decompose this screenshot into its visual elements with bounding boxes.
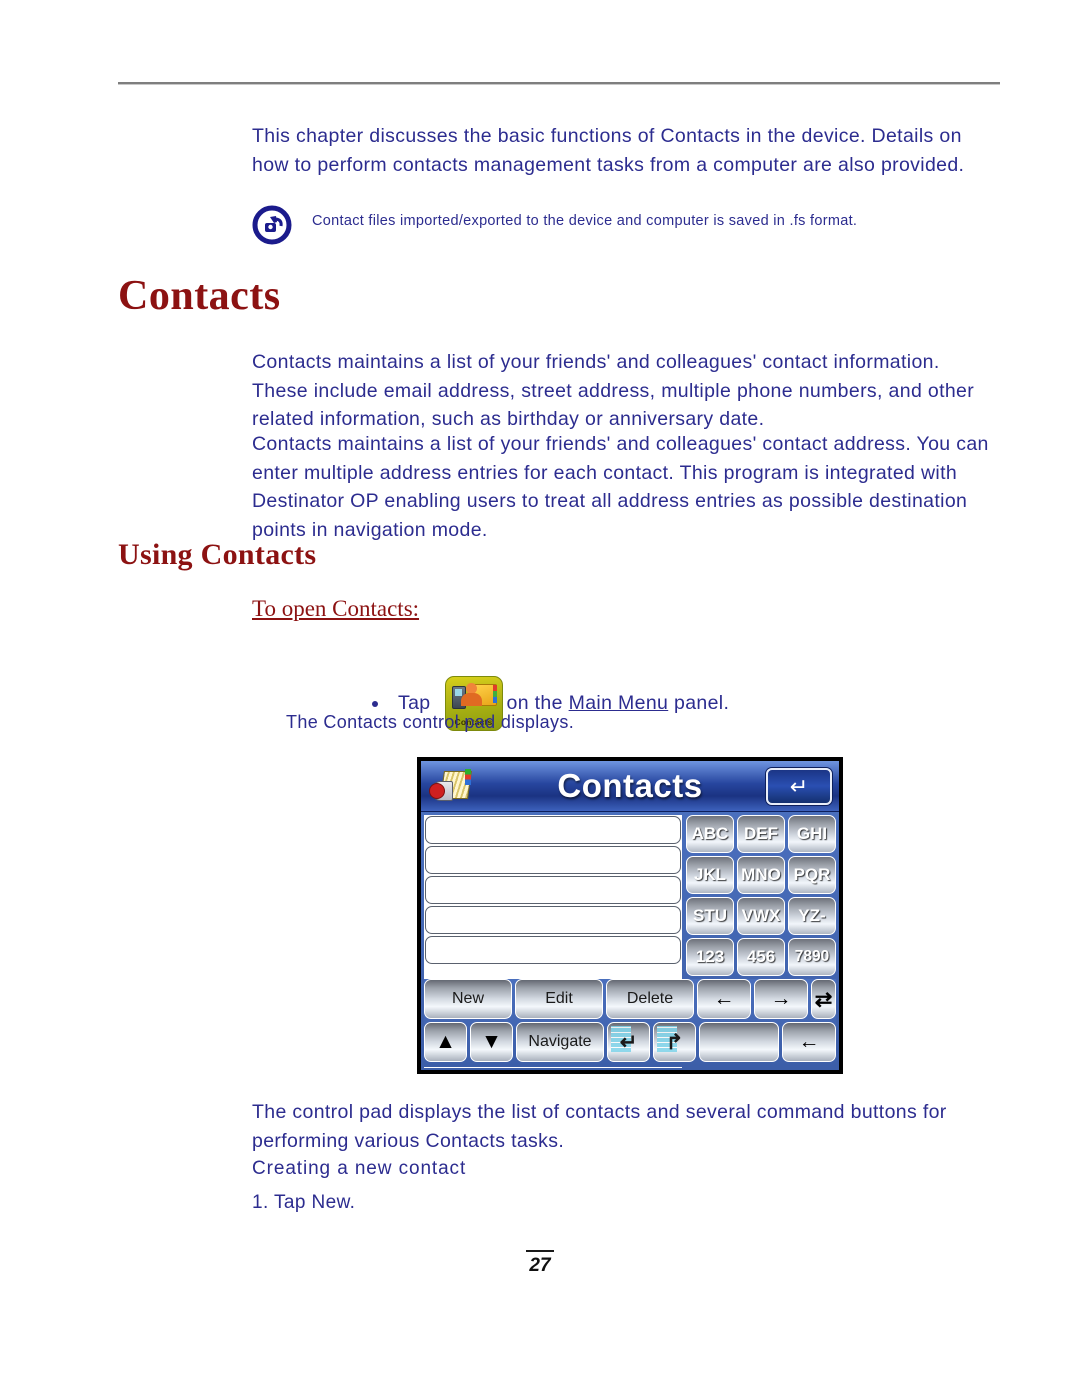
list-item[interactable] bbox=[425, 936, 681, 964]
previous-arrow-button[interactable]: ← bbox=[697, 979, 751, 1019]
keyboard-right-icon-button[interactable]: ↱ bbox=[653, 1022, 696, 1062]
list-item[interactable] bbox=[425, 846, 681, 874]
paragraph-c: The control pad displays the list of con… bbox=[252, 1101, 947, 1152]
keyboard-left-glyph: ↵ bbox=[619, 1030, 638, 1054]
note-hand-icon bbox=[252, 205, 292, 245]
list-item[interactable] bbox=[425, 816, 681, 844]
new-button[interactable]: New bbox=[424, 979, 512, 1019]
device-screen: Contacts ↵ ABC DEF GHI JKL MNO PQR STU V… bbox=[421, 761, 839, 1070]
page-footer: 27 bbox=[0, 1250, 1080, 1277]
bullet-panel-label: panel. bbox=[674, 692, 730, 714]
page-number: 27 bbox=[529, 1255, 551, 1276]
keyboard-right-glyph: ↱ bbox=[665, 1030, 684, 1054]
scroll-down-button[interactable]: ▼ bbox=[470, 1022, 513, 1062]
key-stu[interactable]: STU bbox=[686, 897, 734, 935]
command-row-primary: New Edit Delete ← → ⇄ bbox=[424, 979, 836, 1019]
key-yz[interactable]: YZ- bbox=[788, 897, 836, 935]
delete-button[interactable]: Delete bbox=[606, 979, 694, 1019]
sync-refresh-icon-button[interactable]: ⇄ bbox=[811, 979, 836, 1019]
key-ghi[interactable]: GHI bbox=[788, 815, 836, 853]
key-def[interactable]: DEF bbox=[737, 815, 785, 853]
key-456[interactable]: 456 bbox=[737, 938, 785, 976]
section-title-using-contacts: Using Contacts bbox=[118, 538, 317, 571]
key-mno[interactable]: MNO bbox=[737, 856, 785, 894]
paragraph-b: Contacts maintains a list of your friend… bbox=[252, 433, 989, 541]
subsection-to-open-contacts: To open Contacts: bbox=[252, 596, 420, 621]
enter-key-button[interactable]: ↵ bbox=[766, 768, 832, 805]
key-123[interactable]: 123 bbox=[686, 938, 734, 976]
list-item[interactable] bbox=[425, 906, 681, 934]
note-text: Contact files imported/exported to the d… bbox=[312, 213, 858, 229]
header-rule bbox=[118, 82, 1000, 84]
navigate-button[interactable]: Navigate bbox=[516, 1022, 604, 1062]
keyboard-left-icon-button[interactable]: ↵ bbox=[607, 1022, 650, 1062]
person-body-icon bbox=[460, 693, 482, 706]
paragraph-a: Contacts maintains a list of your friend… bbox=[252, 351, 975, 430]
book-tabs-icon bbox=[492, 685, 497, 703]
list-item[interactable] bbox=[425, 876, 681, 904]
blank-button[interactable] bbox=[699, 1022, 779, 1062]
control-pad-caption: The Contacts control pad displays. bbox=[286, 712, 575, 732]
page-title: Contacts bbox=[118, 273, 281, 319]
device-titlebar: Contacts ↵ bbox=[421, 761, 839, 812]
note-callout: Contact files imported/exported to the d… bbox=[252, 205, 982, 245]
step-item-1: 1. Tap New. bbox=[252, 1192, 356, 1213]
edit-button[interactable]: Edit bbox=[515, 979, 603, 1019]
key-abc[interactable]: ABC bbox=[686, 815, 734, 853]
next-arrow-button[interactable]: → bbox=[754, 979, 808, 1019]
bullet-dot-icon bbox=[372, 700, 378, 707]
scroll-up-button[interactable]: ▲ bbox=[424, 1022, 467, 1062]
key-vwx[interactable]: VWX bbox=[737, 897, 785, 935]
intro-paragraph: This chapter discusses the basic functio… bbox=[252, 125, 965, 176]
command-row-secondary: ▲ ▼ Navigate ↵ ↱ ← bbox=[424, 1022, 836, 1062]
key-pqr[interactable]: PQR bbox=[788, 856, 836, 894]
key-7890[interactable]: 7890 bbox=[788, 938, 836, 976]
footer-rule bbox=[526, 1250, 554, 1252]
key-jkl[interactable]: JKL bbox=[686, 856, 734, 894]
command-button-area: New Edit Delete ← → ⇄ ▲ ▼ Navigate ↵ ↱ ← bbox=[424, 979, 836, 1067]
contacts-control-pad-screenshot: Contacts ↵ ABC DEF GHI JKL MNO PQR STU V… bbox=[417, 757, 843, 1074]
main-menu-link[interactable]: Main Menu bbox=[569, 692, 669, 715]
subsection-creating-new-contact: Creating a new contact bbox=[252, 1158, 467, 1179]
back-arrow-button[interactable]: ← bbox=[782, 1022, 836, 1062]
